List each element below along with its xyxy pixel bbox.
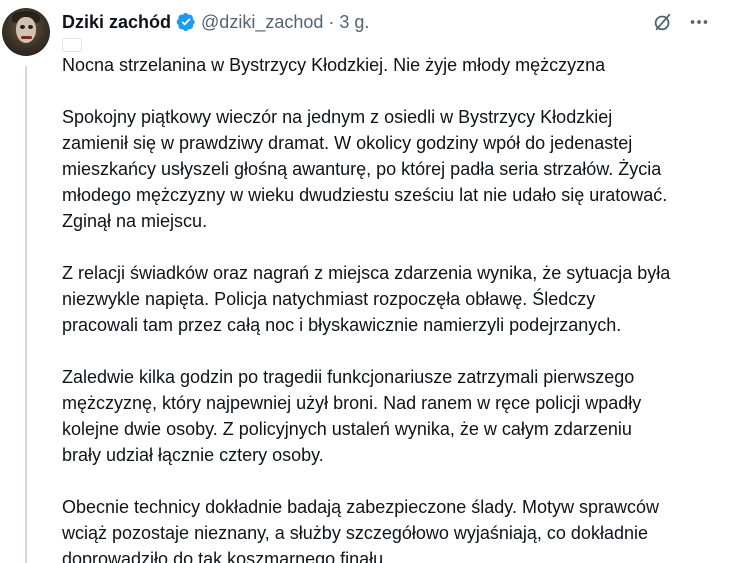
text-line: pracowali tam przez całą noc i błyskawic… — [62, 315, 622, 335]
text-line: Obecnie technicy dokładnie badają zabezp… — [62, 497, 659, 517]
verified-badge-icon[interactable] — [176, 12, 196, 32]
separator-dot: · — [328, 11, 335, 32]
more-dots-icon[interactable] — [688, 11, 710, 33]
text-line: mężczyznę, który najpewniej użył broni. … — [62, 393, 642, 413]
text-line: kolejne dwie osoby. Z policyjnych ustale… — [62, 419, 632, 439]
grok-icon[interactable] — [652, 11, 674, 33]
tweet-headline: Nocna strzelanina w Bystrzycy Kłodzkiej.… — [62, 55, 606, 75]
paragraph: Obecnie technicy dokładnie badają zabezp… — [62, 494, 732, 563]
avatar[interactable] — [2, 8, 50, 56]
author-name[interactable]: Dziki zachód — [62, 12, 171, 33]
text-line: wciąż pozostaje nieznany, a służby szcze… — [62, 523, 648, 543]
text-line: Z relacji świadków oraz nagrań z miejsca… — [62, 263, 671, 283]
text-line: zamienił się w prawdziwy dramat. W okoli… — [62, 133, 633, 153]
text-line: Zaledwie kilka godzin po tragedii funkcj… — [62, 367, 635, 387]
tweet-headline-line — [62, 38, 732, 52]
paragraph: Spokojny piątkowy wieczór na jednym z os… — [62, 104, 732, 234]
thread-line — [25, 66, 27, 563]
timestamp[interactable]: 3 g. — [339, 12, 369, 33]
tweet-body: Nocna strzelanina w Bystrzycy Kłodzkiej.… — [62, 38, 732, 563]
text-line: Spokojny piątkowy wieczór na jednym z os… — [62, 107, 613, 127]
text-line: mieszkańcy usłyszeli głośną awanturę, po… — [62, 159, 662, 179]
paragraph: Z relacji świadków oraz nagrań z miejsca… — [62, 260, 732, 338]
text-line: młodego mężczyzny w wieku dwudziestu sze… — [62, 185, 668, 205]
text-line: niezwykle napięta. Policja natychmiast r… — [62, 289, 596, 309]
text-line: Zginął na miejscu. — [62, 211, 208, 231]
paragraph: Zaledwie kilka godzin po tragedii funkcj… — [62, 364, 732, 468]
tweet-card[interactable]: Dziki zachód @dziki_zachod · 3 g. Nocna … — [0, 0, 740, 563]
text-line: brały udział łącznie cztery osoby. — [62, 445, 324, 465]
text-line: doprowadziło do tak koszmarnego finału. — [62, 549, 389, 563]
poland-flag-icon — [62, 38, 82, 52]
tweet-header: Dziki zachód @dziki_zachod · 3 g. — [62, 11, 369, 33]
author-handle[interactable]: @dziki_zachod — [201, 12, 323, 33]
